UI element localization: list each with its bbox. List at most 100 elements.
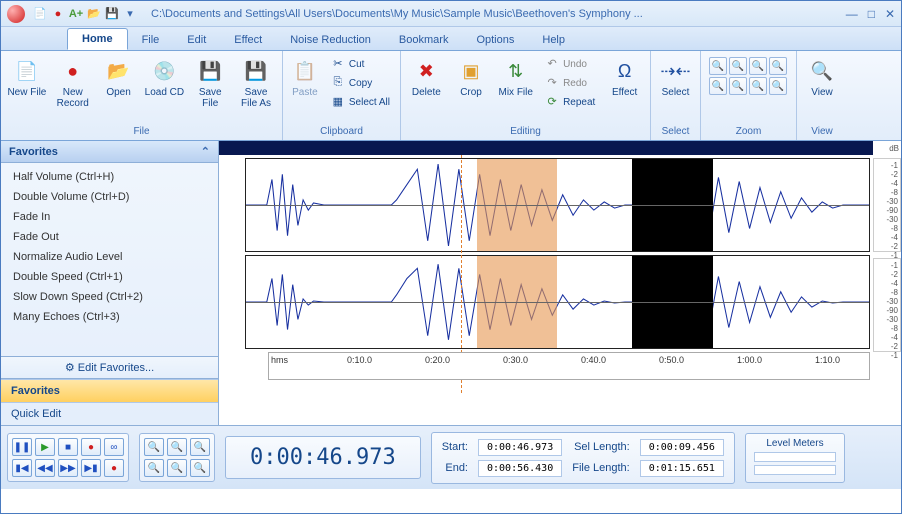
group-clipboard-label: Clipboard bbox=[287, 125, 396, 138]
waveform-pane[interactable]: hms 0:10.0 0:20.0 0:30.0 0:40.0 0:50.0 1… bbox=[219, 141, 873, 425]
file-value: 0:01:15.651 bbox=[640, 460, 724, 477]
zoom-right-icon[interactable]: 🔍 bbox=[729, 77, 747, 95]
qat-dropdown-icon[interactable]: ▾ bbox=[123, 7, 137, 21]
zoom-fit-icon[interactable]: 🔍 bbox=[769, 57, 787, 75]
play-button[interactable]: ▶ bbox=[35, 438, 55, 456]
load-cd-button[interactable]: 💿Load CD bbox=[142, 53, 186, 102]
waveform-track-left[interactable] bbox=[245, 158, 870, 252]
zoomp-fit-icon[interactable]: 🔍 bbox=[144, 459, 164, 477]
zoom-left-icon[interactable]: 🔍 bbox=[709, 77, 727, 95]
meter-left bbox=[754, 452, 836, 462]
fav-item[interactable]: Slow Down Speed (Ctrl+2) bbox=[1, 287, 218, 307]
zoom-out-icon[interactable]: 🔍 bbox=[729, 57, 747, 75]
crop-button[interactable]: ▣Crop bbox=[450, 53, 493, 102]
new-record-button[interactable]: ●New Record bbox=[51, 53, 95, 113]
go-end-button[interactable]: ▶▮ bbox=[81, 459, 101, 477]
select-all-icon: ▦ bbox=[331, 95, 345, 109]
delete-button[interactable]: ✖Delete bbox=[405, 53, 448, 102]
effect-button[interactable]: ΩEffect bbox=[603, 53, 646, 102]
undo-button[interactable]: ↶Undo bbox=[541, 55, 599, 73]
fav-item[interactable]: Normalize Audio Level bbox=[1, 247, 218, 267]
cut-icon: ✂ bbox=[331, 57, 345, 71]
go-start-button[interactable]: ▮◀ bbox=[12, 459, 32, 477]
qat-save-icon[interactable]: 💾 bbox=[105, 7, 119, 21]
select-button[interactable]: ⇢⇠Select bbox=[655, 53, 696, 102]
zoom-v-out-icon[interactable]: 🔍 bbox=[769, 77, 787, 95]
db-scale: dB -1-2-4-8-30-90-30-8-4-2-1 -1-2-4-8-30… bbox=[873, 141, 901, 425]
edit-favorites-button[interactable]: ⚙ Edit Favorites... bbox=[1, 356, 218, 379]
start-value[interactable]: 0:00:46.973 bbox=[478, 439, 562, 456]
save-file-button[interactable]: 💾Save File bbox=[188, 53, 232, 113]
tab-bookmark[interactable]: Bookmark bbox=[385, 30, 463, 50]
copy-button[interactable]: ⎘Copy bbox=[327, 74, 394, 92]
folder-icon: 📂 bbox=[105, 57, 133, 85]
fav-item[interactable]: Many Echoes (Ctrl+3) bbox=[1, 307, 218, 327]
fav-item[interactable]: Fade In bbox=[1, 207, 218, 227]
pause-button[interactable]: ❚❚ bbox=[12, 438, 32, 456]
new-file-button[interactable]: 📄New File bbox=[5, 53, 49, 102]
fav-item[interactable]: Double Speed (Ctrl+1) bbox=[1, 267, 218, 287]
window-title: C:\Documents and Settings\All Users\Docu… bbox=[147, 8, 846, 20]
qat-open-icon[interactable]: 📂 bbox=[87, 7, 101, 21]
mix-button[interactable]: ⇅Mix File bbox=[494, 53, 537, 102]
qat-record-icon[interactable]: ● bbox=[51, 7, 65, 21]
rewind-button[interactable]: ◀◀ bbox=[35, 459, 55, 477]
qat-add-icon[interactable]: A+ bbox=[69, 7, 83, 21]
record-button[interactable]: ● bbox=[81, 438, 101, 456]
maximize-button[interactable]: □ bbox=[868, 7, 875, 21]
record-alt-button[interactable]: ● bbox=[104, 459, 124, 477]
tab-noise[interactable]: Noise Reduction bbox=[276, 30, 385, 50]
end-value[interactable]: 0:00:56.430 bbox=[478, 460, 562, 477]
sel-value[interactable]: 0:00:09.456 bbox=[640, 439, 724, 456]
zoomp-in-icon[interactable]: 🔍 bbox=[144, 438, 164, 456]
open-button[interactable]: 📂Open bbox=[97, 53, 141, 102]
zoom-sel-icon[interactable]: 🔍 bbox=[749, 57, 767, 75]
tab-help[interactable]: Help bbox=[528, 30, 579, 50]
zoomp-out-icon[interactable]: 🔍 bbox=[167, 438, 187, 456]
tab-options[interactable]: Options bbox=[462, 30, 528, 50]
waveform-track-right[interactable] bbox=[245, 255, 870, 349]
copy-icon: ⎘ bbox=[331, 76, 345, 90]
fav-item[interactable]: Fade Out bbox=[1, 227, 218, 247]
effect-icon: Ω bbox=[611, 57, 639, 85]
paste-button[interactable]: 📋Paste bbox=[287, 53, 323, 102]
zoom-v-in-icon[interactable]: 🔍 bbox=[749, 77, 767, 95]
cut-button[interactable]: ✂Cut bbox=[327, 55, 394, 73]
tab-file[interactable]: File bbox=[128, 30, 174, 50]
loop-button[interactable]: ∞ bbox=[104, 438, 124, 456]
fav-item[interactable]: Half Volume (Ctrl+H) bbox=[1, 167, 218, 187]
transport-panel: ❚❚ ▶ ■ ● ∞ ▮◀ ◀◀ ▶▶ ▶▮ ● bbox=[7, 433, 129, 482]
time-ruler[interactable]: hms 0:10.0 0:20.0 0:30.0 0:40.0 0:50.0 1… bbox=[268, 352, 870, 380]
favorites-list: Half Volume (Ctrl+H) Double Volume (Ctrl… bbox=[1, 163, 218, 356]
tab-home[interactable]: Home bbox=[67, 28, 128, 50]
zoomp-v-icon[interactable]: 🔍 bbox=[167, 459, 187, 477]
sidebar-tab-quickedit[interactable]: Quick Edit bbox=[1, 402, 218, 425]
collapse-icon[interactable]: ⌃ bbox=[201, 145, 210, 158]
save-as-icon: 💾 bbox=[242, 57, 270, 85]
app-logo[interactable] bbox=[7, 5, 25, 23]
repeat-button[interactable]: ⟳Repeat bbox=[541, 93, 599, 111]
sidebar-header: Favorites⌃ bbox=[1, 141, 218, 163]
mix-icon: ⇅ bbox=[502, 57, 530, 85]
close-button[interactable]: ✕ bbox=[885, 7, 895, 21]
group-file-label: File bbox=[5, 125, 278, 138]
tab-effect[interactable]: Effect bbox=[220, 30, 276, 50]
view-button[interactable]: 🔍View bbox=[801, 53, 843, 102]
redo-button[interactable]: ↷Redo bbox=[541, 74, 599, 92]
stop-button[interactable]: ■ bbox=[58, 438, 78, 456]
sidebar-tab-favorites[interactable]: Favorites bbox=[1, 379, 218, 402]
group-editing-label: Editing bbox=[405, 125, 646, 138]
fav-item[interactable]: Double Volume (Ctrl+D) bbox=[1, 187, 218, 207]
meter-right bbox=[754, 465, 836, 475]
zoomp-full-icon[interactable]: 🔍 bbox=[190, 459, 210, 477]
save-as-button[interactable]: 💾Save File As bbox=[234, 53, 278, 113]
zoomp-sel-icon[interactable]: 🔍 bbox=[190, 438, 210, 456]
overview-bar[interactable] bbox=[219, 141, 873, 155]
minimize-button[interactable]: — bbox=[846, 7, 858, 21]
forward-button[interactable]: ▶▶ bbox=[58, 459, 78, 477]
zoom-in-icon[interactable]: 🔍 bbox=[709, 57, 727, 75]
tab-edit[interactable]: Edit bbox=[173, 30, 220, 50]
select-all-button[interactable]: ▦Select All bbox=[327, 93, 394, 111]
qat-new-icon[interactable]: 📄 bbox=[33, 7, 47, 21]
group-select-label: Select bbox=[655, 125, 696, 138]
